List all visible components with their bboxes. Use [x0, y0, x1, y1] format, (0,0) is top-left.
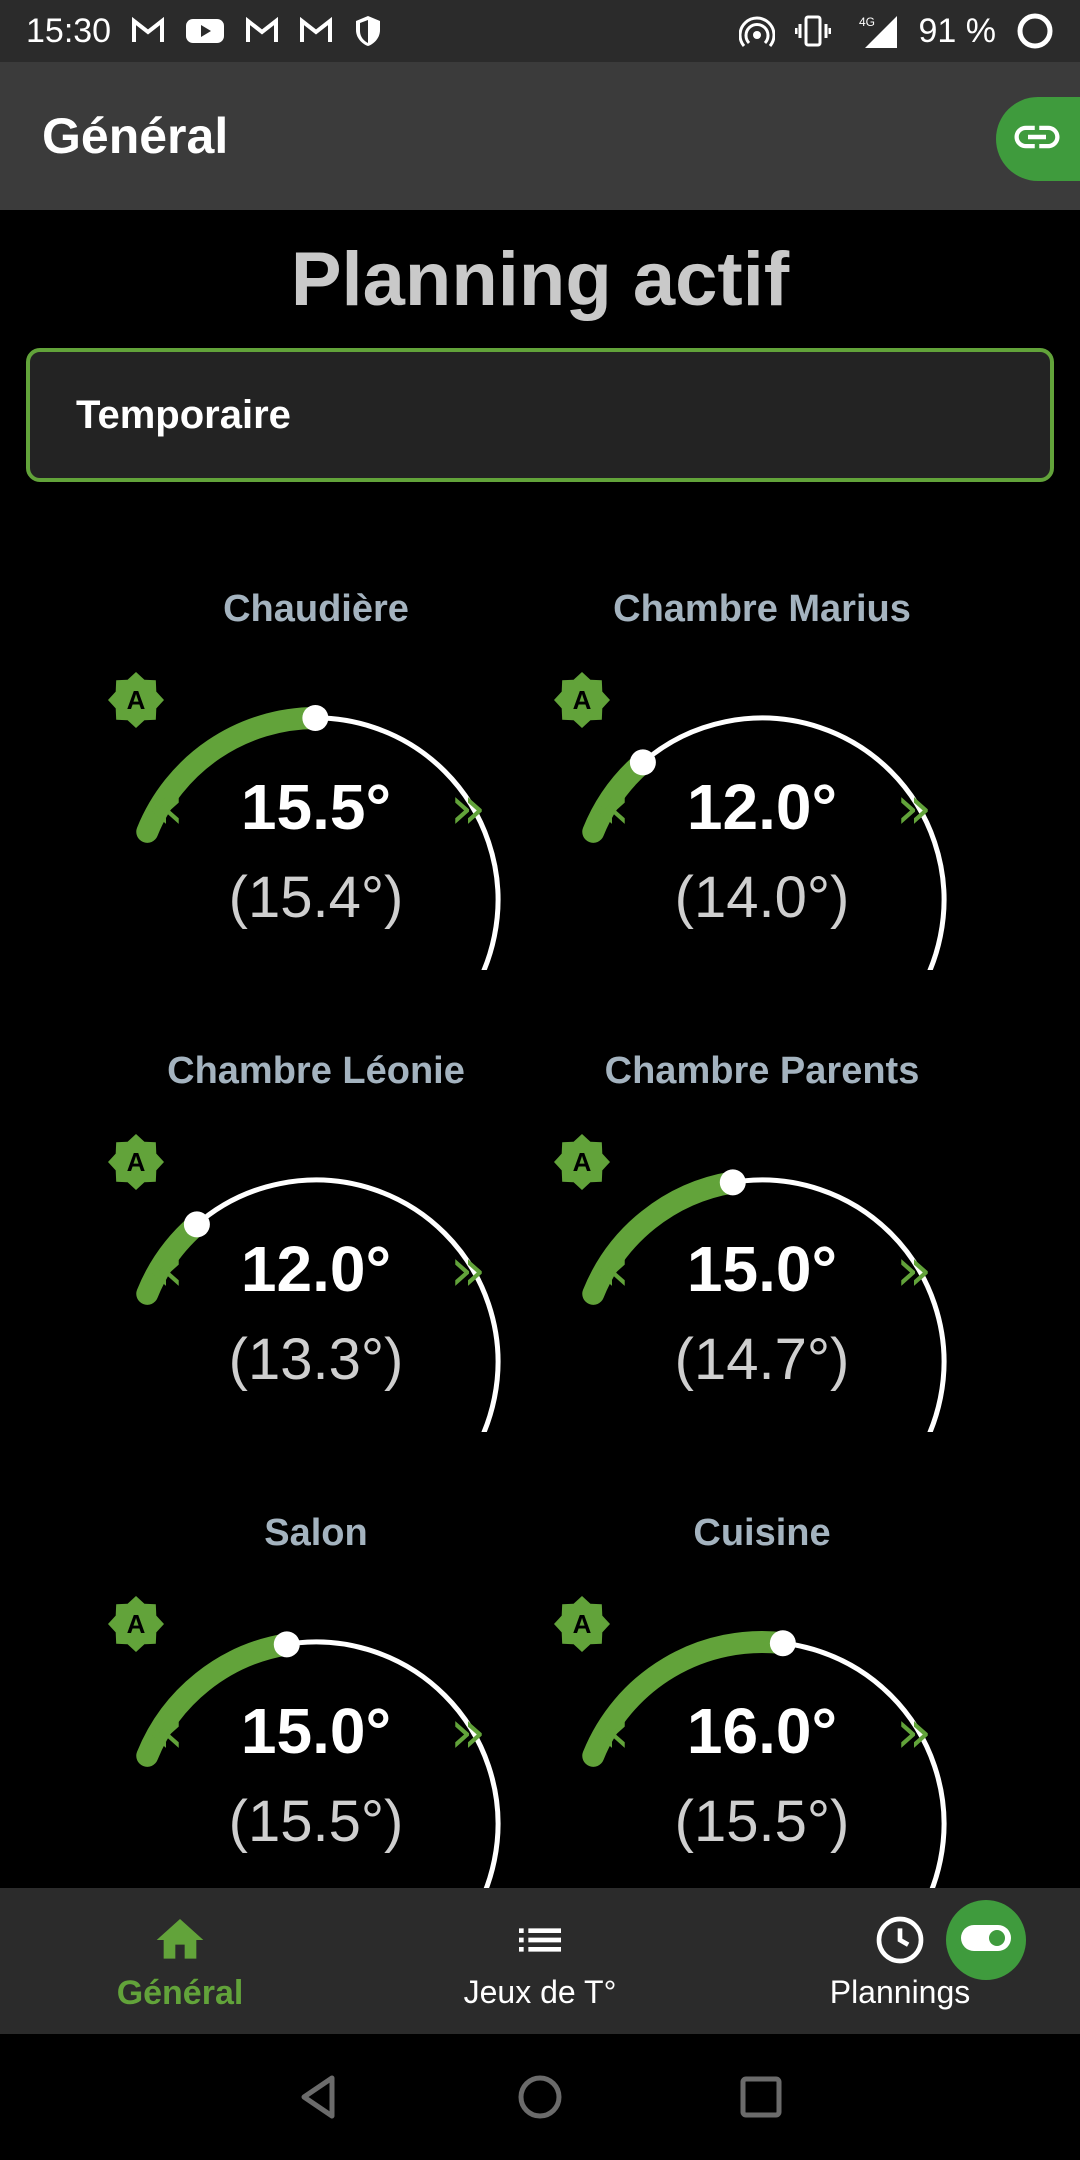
room-name: Chaudière [223, 588, 409, 630]
toggle-icon [960, 1923, 1012, 1958]
recents-button[interactable] [728, 2064, 794, 2130]
setpoint-temperature: 12.0° [240, 1233, 392, 1305]
auto-mode-badge-icon: A [108, 1134, 164, 1190]
tab-label: Jeux de T° [463, 1974, 617, 2010]
mode-label: A [127, 1609, 146, 1639]
room-name: Chambre Léonie [167, 1050, 465, 1092]
auto-mode-badge-icon: A [554, 1134, 610, 1190]
bottom-nav: Général Jeux de T° Plannings [0, 1888, 1080, 2034]
thermostat-card: Chambre Parents A «» 15.0° (14.7°) [542, 1050, 982, 1450]
setpoint-temperature: 15.0° [686, 1233, 838, 1305]
link-icon [1010, 110, 1064, 169]
gauge-knob[interactable] [302, 705, 329, 732]
thermostat-card: Chambre Marius A «» 12.0° (14.0°) [542, 588, 982, 988]
page-title: Général [42, 108, 229, 164]
system-nav-bar [0, 2034, 1080, 2160]
thermostat-card: Chambre Léonie A «» 12.0° (13.3°) [96, 1050, 536, 1450]
measured-temperature: (15.5°) [674, 1789, 850, 1854]
auto-mode-badge-icon: A [554, 1596, 610, 1652]
gmail-icon [131, 17, 165, 45]
home-button[interactable] [507, 2064, 573, 2130]
room-name: Chambre Marius [613, 588, 911, 630]
measured-temperature: (15.4°) [228, 865, 404, 930]
room-name: Salon [264, 1512, 368, 1554]
measured-temperature: (15.5°) [228, 1789, 404, 1854]
status-bar: 15:30 4G 91 % [0, 0, 1080, 62]
hotspot-icon [738, 15, 775, 47]
measured-temperature: (14.7°) [674, 1327, 850, 1392]
room-name: Cuisine [693, 1512, 831, 1554]
thermostat-card: Chaudière A «» 15.5° (15.4°) [96, 588, 536, 988]
mode-label: A [573, 685, 592, 715]
vibrate-icon [794, 14, 831, 48]
battery-percent: 91 % [918, 11, 997, 50]
svg-text:4G: 4G [859, 15, 875, 29]
home-icon [0, 1912, 360, 1968]
planning-title: Planning actif [290, 237, 790, 322]
gauge-knob[interactable] [769, 1630, 796, 1657]
tab-label: Plannings [829, 1974, 971, 2010]
battery-icon [1016, 12, 1054, 50]
mode-label: A [127, 685, 146, 715]
auto-mode-badge-icon: A [108, 1596, 164, 1652]
clock-icon [720, 1912, 1080, 1968]
gmail-icon [245, 17, 279, 45]
youtube-icon [185, 16, 225, 46]
setpoint-temperature: 15.5° [240, 771, 392, 843]
thermostat-card: Salon A «» 15.0° (15.5°) [96, 1512, 536, 1912]
link-button[interactable] [996, 97, 1080, 181]
mode-label: A [573, 1147, 592, 1177]
setpoint-temperature: 15.0° [240, 1695, 392, 1767]
thermostat-card: Cuisine A «» 16.0° (15.5°) [542, 1512, 982, 1912]
setpoint-temperature: 12.0° [686, 771, 838, 843]
gauge-knob[interactable] [719, 1169, 746, 1196]
planning-value: Temporaire [76, 393, 291, 437]
gauge-knob[interactable] [273, 1631, 300, 1658]
status-time: 15:30 [26, 11, 112, 50]
auto-mode-badge-icon: A [554, 672, 610, 728]
app-bar: Général [0, 62, 1080, 210]
signal-icon: 4G [851, 14, 899, 48]
auto-mode-badge-icon: A [108, 672, 164, 728]
gmail-icon [299, 17, 333, 45]
planning-selector[interactable]: Temporaire [26, 348, 1054, 482]
tab-jeux[interactable]: Jeux de T° [360, 1888, 720, 2034]
mode-label: A [127, 1147, 146, 1177]
room-name: Chambre Parents [604, 1050, 920, 1092]
back-button[interactable] [286, 2064, 352, 2130]
list-icon [360, 1912, 720, 1968]
mode-label: A [573, 1609, 592, 1639]
setpoint-temperature: 16.0° [686, 1695, 838, 1767]
measured-temperature: (13.3°) [228, 1327, 404, 1392]
tab-label: Général [116, 1974, 244, 2012]
tab-plannings[interactable]: Plannings [720, 1888, 1080, 2034]
measured-temperature: (14.0°) [674, 865, 850, 930]
toggle-button[interactable] [946, 1900, 1026, 1980]
shield-icon [353, 14, 383, 48]
tab-general[interactable]: Général [0, 1888, 360, 2034]
